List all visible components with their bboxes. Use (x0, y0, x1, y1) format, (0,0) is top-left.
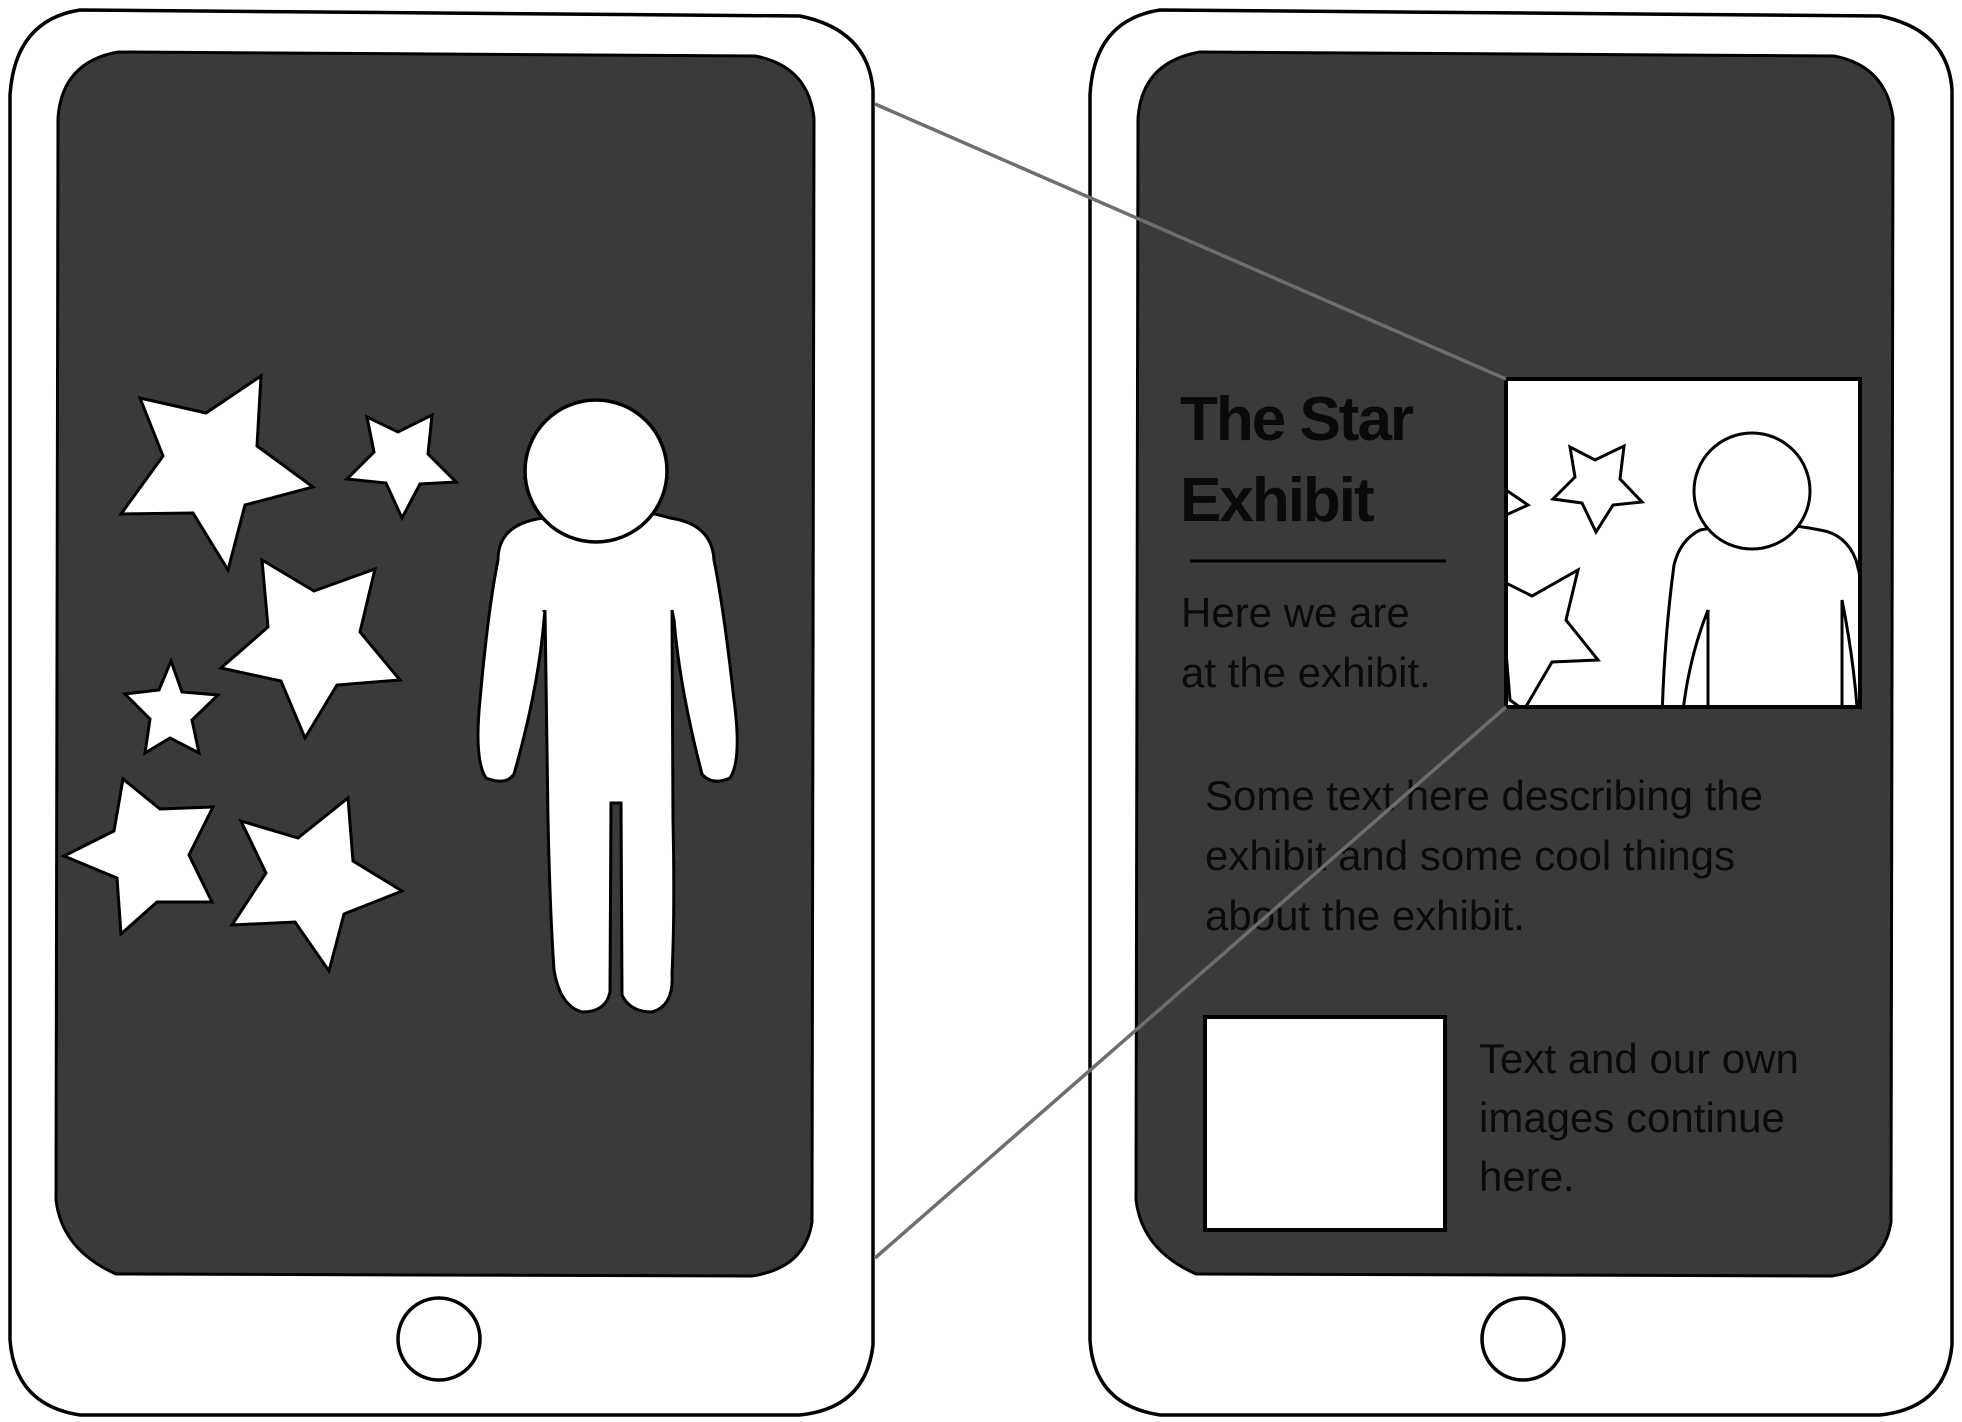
description-line: Some text here describing the (1205, 772, 1763, 819)
person-icon-head (1692, 431, 1812, 551)
right-home-button[interactable] (1480, 1296, 1566, 1382)
left-home-button[interactable] (396, 1296, 482, 1382)
exhibit-title-line: The Star (1180, 385, 1414, 454)
photo-caption-line: at the exhibit. (1181, 649, 1431, 696)
image-placeholder (1203, 1015, 1447, 1232)
description-line: about the exhibit. (1205, 892, 1525, 939)
diagram-canvas: The Star Exhibit Here we are at the exhi… (8, 8, 1954, 1417)
continue-line: images continue (1479, 1094, 1785, 1141)
left-tablet (8, 8, 875, 1417)
right-tablet: The Star Exhibit Here we are at the exhi… (1088, 8, 1954, 1417)
photo-caption-line: Here we are (1181, 589, 1410, 636)
exhibit-photo-thumbnail (1504, 377, 1862, 709)
exhibit-title-line: Exhibit (1180, 466, 1374, 535)
continue-line: Text and our own (1479, 1035, 1799, 1082)
description-line: exhibit and some cool things (1205, 832, 1735, 879)
continue-line: here. (1479, 1153, 1575, 1200)
